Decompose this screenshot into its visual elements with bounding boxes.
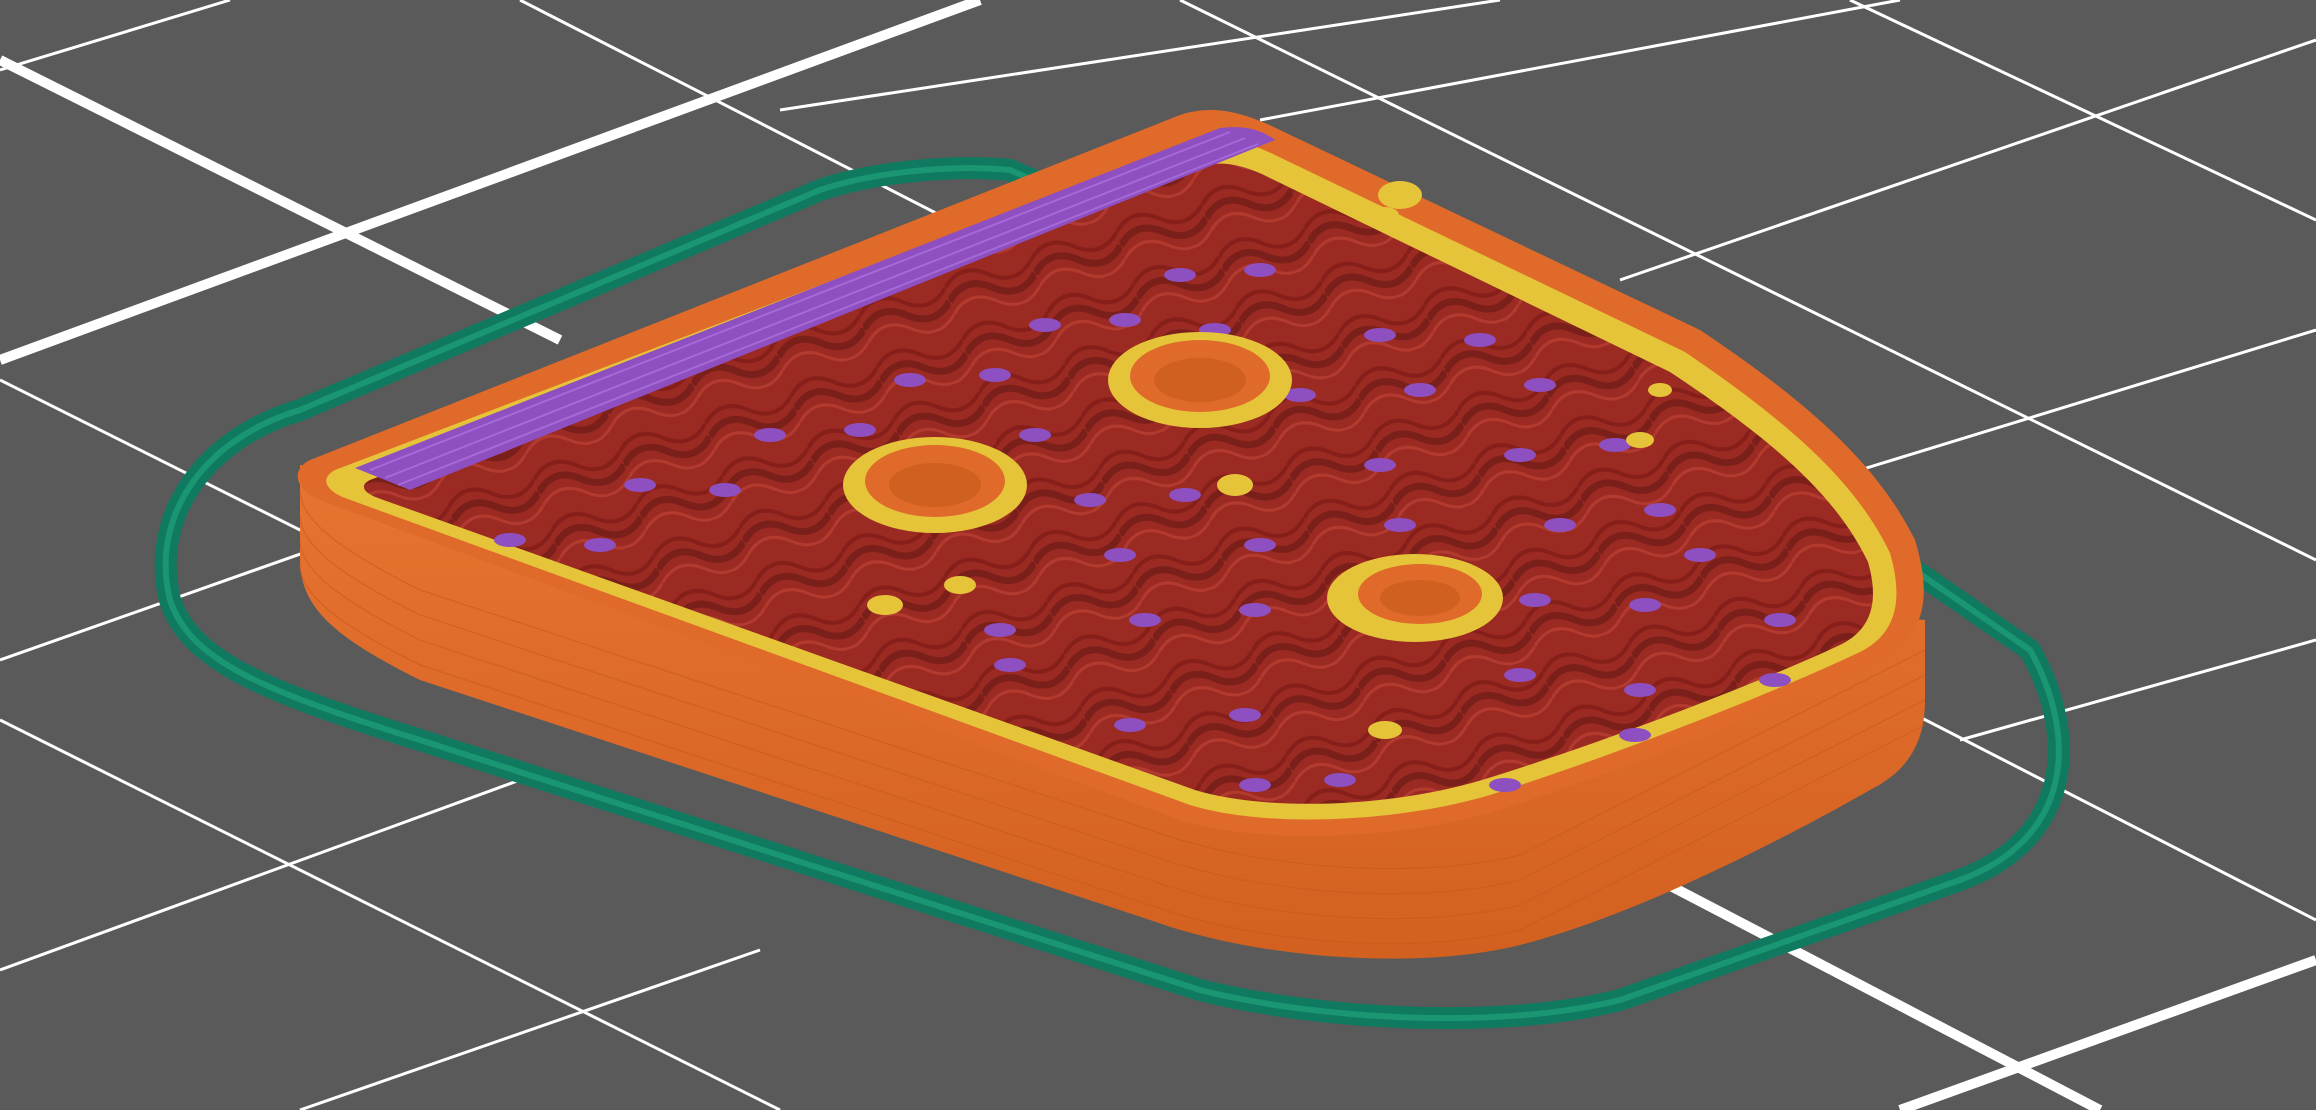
grid-line-major [0, 55, 563, 345]
solid-infill-spot [1619, 728, 1651, 742]
grid-line [779, 0, 1501, 112]
solid-infill-spot [1404, 383, 1436, 397]
solid-infill-spot [1244, 263, 1276, 277]
solid-infill-spot [1244, 538, 1276, 552]
solid-infill-spot [1239, 603, 1271, 617]
solid-infill-spot [1489, 778, 1521, 792]
solid-infill-spot [1074, 493, 1106, 507]
solid-infill-spot [1324, 773, 1356, 787]
grid-line [0, 718, 781, 1110]
solid-infill-spot [1364, 328, 1396, 342]
solid-infill-spot [1239, 778, 1271, 792]
solid-infill-spot [1624, 683, 1656, 697]
solid-infill-spot [844, 423, 876, 437]
solid-infill-spot [1504, 668, 1536, 682]
screw-hole [843, 437, 1027, 533]
solid-infill-spot [1114, 718, 1146, 732]
solid-infill-spot [1384, 518, 1416, 532]
solid-infill-spot [1504, 448, 1536, 462]
solid-infill-spot [984, 623, 1016, 637]
solid-infill-spot [1759, 673, 1791, 687]
grid-line [0, 0, 231, 72]
solid-infill-spot [709, 483, 741, 497]
solid-infill-spot [754, 428, 786, 442]
printed-part [297, 110, 1926, 959]
solid-infill-spot [1519, 593, 1551, 607]
solid-infill-spot [1029, 318, 1061, 332]
solid-infill-spot [1524, 378, 1556, 392]
solid-infill-spot [1129, 613, 1161, 627]
solid-infill-spot [1464, 333, 1496, 347]
solid-infill-spot [1364, 458, 1396, 472]
solid-infill-spot [1544, 518, 1576, 532]
3d-preview-viewport[interactable] [0, 0, 2316, 1110]
solid-infill-spot [1104, 548, 1136, 562]
grid-line [1619, 38, 2316, 282]
solid-infill-spot [994, 658, 1026, 672]
solid-infill-spot [624, 478, 656, 492]
solid-infill-spot [1644, 503, 1676, 517]
screw-hole [1108, 332, 1292, 428]
solid-infill-spot [584, 538, 616, 552]
solid-infill-spot [1164, 268, 1196, 282]
screw-hole [1327, 554, 1503, 642]
solid-infill-spot [1684, 548, 1716, 562]
solid-infill-spot [494, 533, 526, 547]
solid-infill-spot [1109, 313, 1141, 327]
solid-infill-spot [1019, 428, 1051, 442]
solid-infill-spot [1169, 488, 1201, 502]
solid-infill-spot [1229, 708, 1261, 722]
print-preview-scene[interactable] [0, 0, 2316, 1110]
grid-line [1849, 0, 2316, 222]
solid-infill-spot [894, 373, 926, 387]
grid-line [1959, 638, 2316, 742]
solid-infill-spot [1764, 613, 1796, 627]
solid-infill-spot [1629, 598, 1661, 612]
grid-line [299, 948, 761, 1110]
grid-line [1259, 0, 1901, 122]
solid-infill-spot [979, 368, 1011, 382]
